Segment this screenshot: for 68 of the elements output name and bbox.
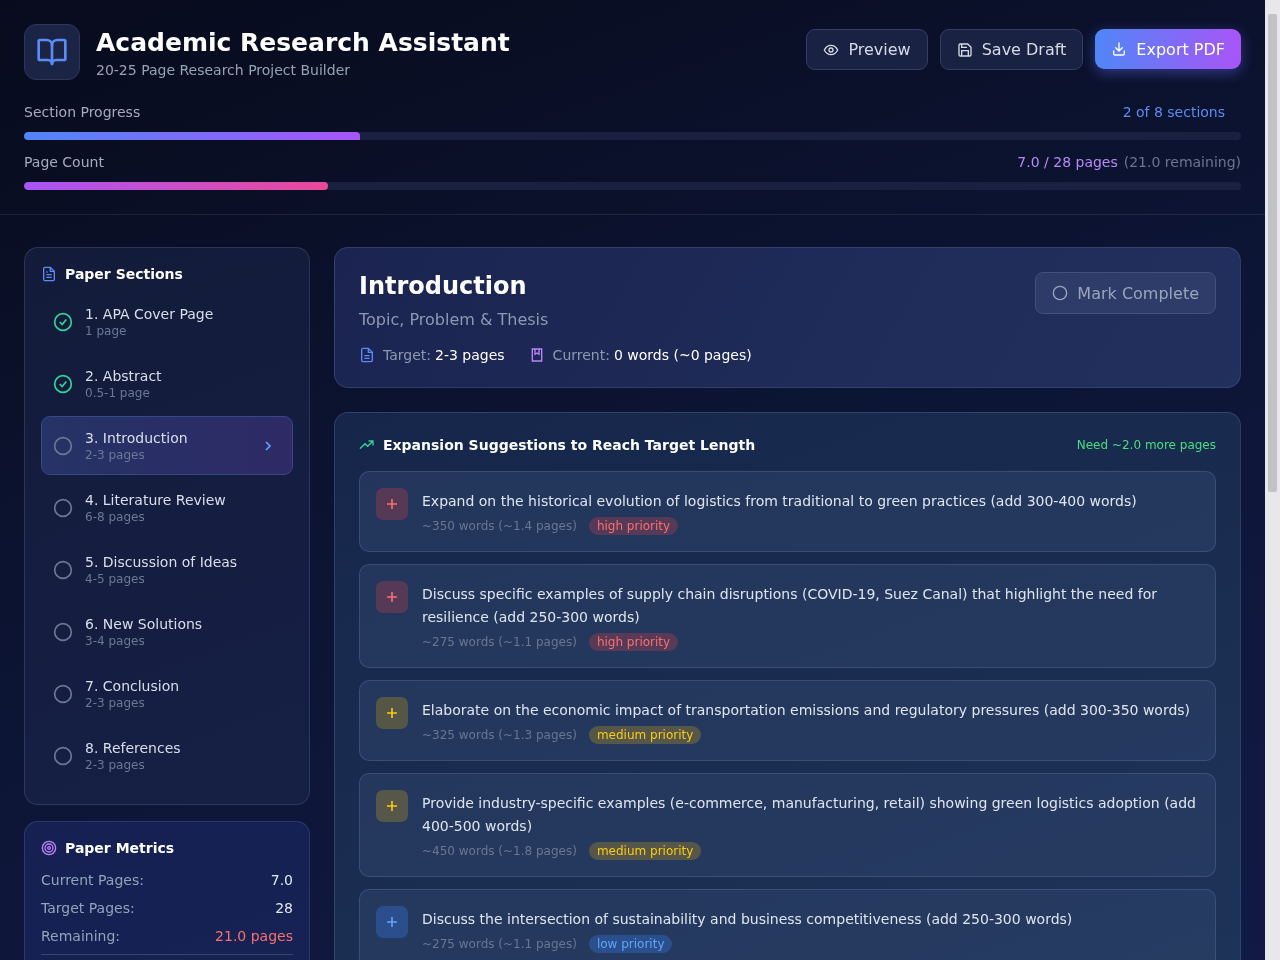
- section-subtitle: Topic, Problem & Thesis: [359, 310, 549, 329]
- section-title: Introduction: [359, 272, 528, 300]
- panel-title: Paper Metrics: [65, 840, 175, 856]
- priority-tag: high priority: [588, 517, 679, 535]
- priority-tag: low priority: [588, 935, 673, 953]
- remaining-note: (21.0 remaining): [1123, 154, 1241, 170]
- section-item[interactable]: 4. Literature Review 6-8 pages: [41, 478, 293, 537]
- export-button[interactable]: Export PDF: [1095, 29, 1241, 69]
- progress-label: Section Progress: [24, 104, 141, 120]
- metric-value: 28: [275, 899, 293, 918]
- book-icon: [24, 24, 80, 80]
- metric-value: 7.0: [270, 871, 293, 890]
- progress-reading: 7.0 / 28 pages: [1017, 154, 1118, 170]
- save-button[interactable]: Save Draft: [939, 29, 1084, 70]
- add-button[interactable]: [376, 906, 408, 938]
- priority-tag: high priority: [588, 633, 679, 651]
- document-icon: [41, 266, 57, 282]
- section-item[interactable]: 3. Introduction 2-3 pages: [41, 416, 293, 475]
- floppy-icon: [956, 41, 973, 58]
- metric-label: Current Pages:: [41, 871, 144, 890]
- suggestion-text: Provide industry-specific examples (e-commerce, manufacturing, retail) showing green logistics adoption (add 400-500 words): [422, 794, 1197, 836]
- word-estimate: ~275 words (~1.1 pages): [422, 635, 577, 649]
- mark-complete-button[interactable]: Mark Complete: [1035, 272, 1216, 314]
- plus-icon: [386, 498, 398, 510]
- priority-tag: medium priority: [588, 842, 702, 860]
- target-label: Target:: [383, 347, 432, 363]
- suggestion-text: Discuss the intersection of sustainability and business competitiveness (add 250-300 words): [422, 910, 1074, 929]
- target-icon: [41, 840, 57, 856]
- preview-button[interactable]: Preview: [806, 29, 928, 70]
- section-item[interactable]: 8. References 2-3 pages: [41, 726, 293, 785]
- panel-title: Paper Sections: [65, 266, 183, 282]
- plus-icon: [386, 916, 398, 928]
- add-button[interactable]: [376, 790, 408, 822]
- progress-reading: 2 of 8 sections: [1121, 103, 1226, 122]
- add-button[interactable]: [376, 697, 408, 729]
- app-subtitle: 20-25 Page Research Project Builder: [96, 61, 351, 78]
- add-button[interactable]: [376, 581, 408, 613]
- progress-label: Page Count: [24, 154, 104, 170]
- pages-needed: Need ~2.0 more pages: [1076, 438, 1216, 452]
- suggestions-title: Expansion Suggestions to Reach Target Length: [383, 437, 756, 453]
- download-icon: [1111, 41, 1128, 57]
- section-item[interactable]: 7. Conclusion 2-3 pages: [41, 664, 293, 723]
- section-item[interactable]: 1. APA Cover Page 1 page: [41, 292, 293, 351]
- section-item[interactable]: 2. Abstract 0.5-1 page: [41, 354, 293, 413]
- app-title: Academic Research Assistant: [96, 26, 510, 59]
- plus-icon: [386, 707, 398, 719]
- word-estimate: ~350 words (~1.4 pages): [422, 519, 577, 533]
- current-label: Current:: [552, 347, 610, 363]
- section-item[interactable]: 6. New Solutions 3-4 pages: [41, 602, 293, 661]
- suggestion-text: Expand on the historical evolution of logistics from traditional to green practices (add 300-400 words): [422, 492, 1138, 511]
- metric-label: Remaining:: [41, 927, 121, 946]
- suggestion-text: Discuss specific examples of supply chain disruptions (COVID-19, Suez Canal) that highlight the need for resilience (add 250-300 words): [422, 585, 1158, 627]
- word-estimate: ~450 words (~1.8 pages): [422, 844, 577, 858]
- target-value: 2-3 pages: [435, 347, 505, 363]
- metric-value: 21.0 pages: [215, 927, 293, 946]
- plus-icon: [386, 591, 398, 603]
- word-estimate: ~325 words (~1.3 pages): [422, 728, 577, 742]
- plus-icon: [386, 800, 398, 812]
- add-button[interactable]: [376, 488, 408, 520]
- circle-icon: [1052, 285, 1069, 301]
- document-icon: [359, 347, 375, 363]
- priority-tag: medium priority: [588, 726, 702, 744]
- word-estimate: ~275 words (~1.1 pages): [422, 937, 577, 951]
- current-value: 0 words (~0 pages): [613, 347, 752, 363]
- scrollbar[interactable]: [1265, 0, 1280, 960]
- metric-label: Target Pages:: [41, 899, 135, 918]
- suggestion-text: Elaborate on the economic impact of transportation emissions and regulatory pressures (add 300-350 words): [422, 701, 1192, 720]
- section-item[interactable]: 5. Discussion of Ideas 4-5 pages: [41, 540, 293, 599]
